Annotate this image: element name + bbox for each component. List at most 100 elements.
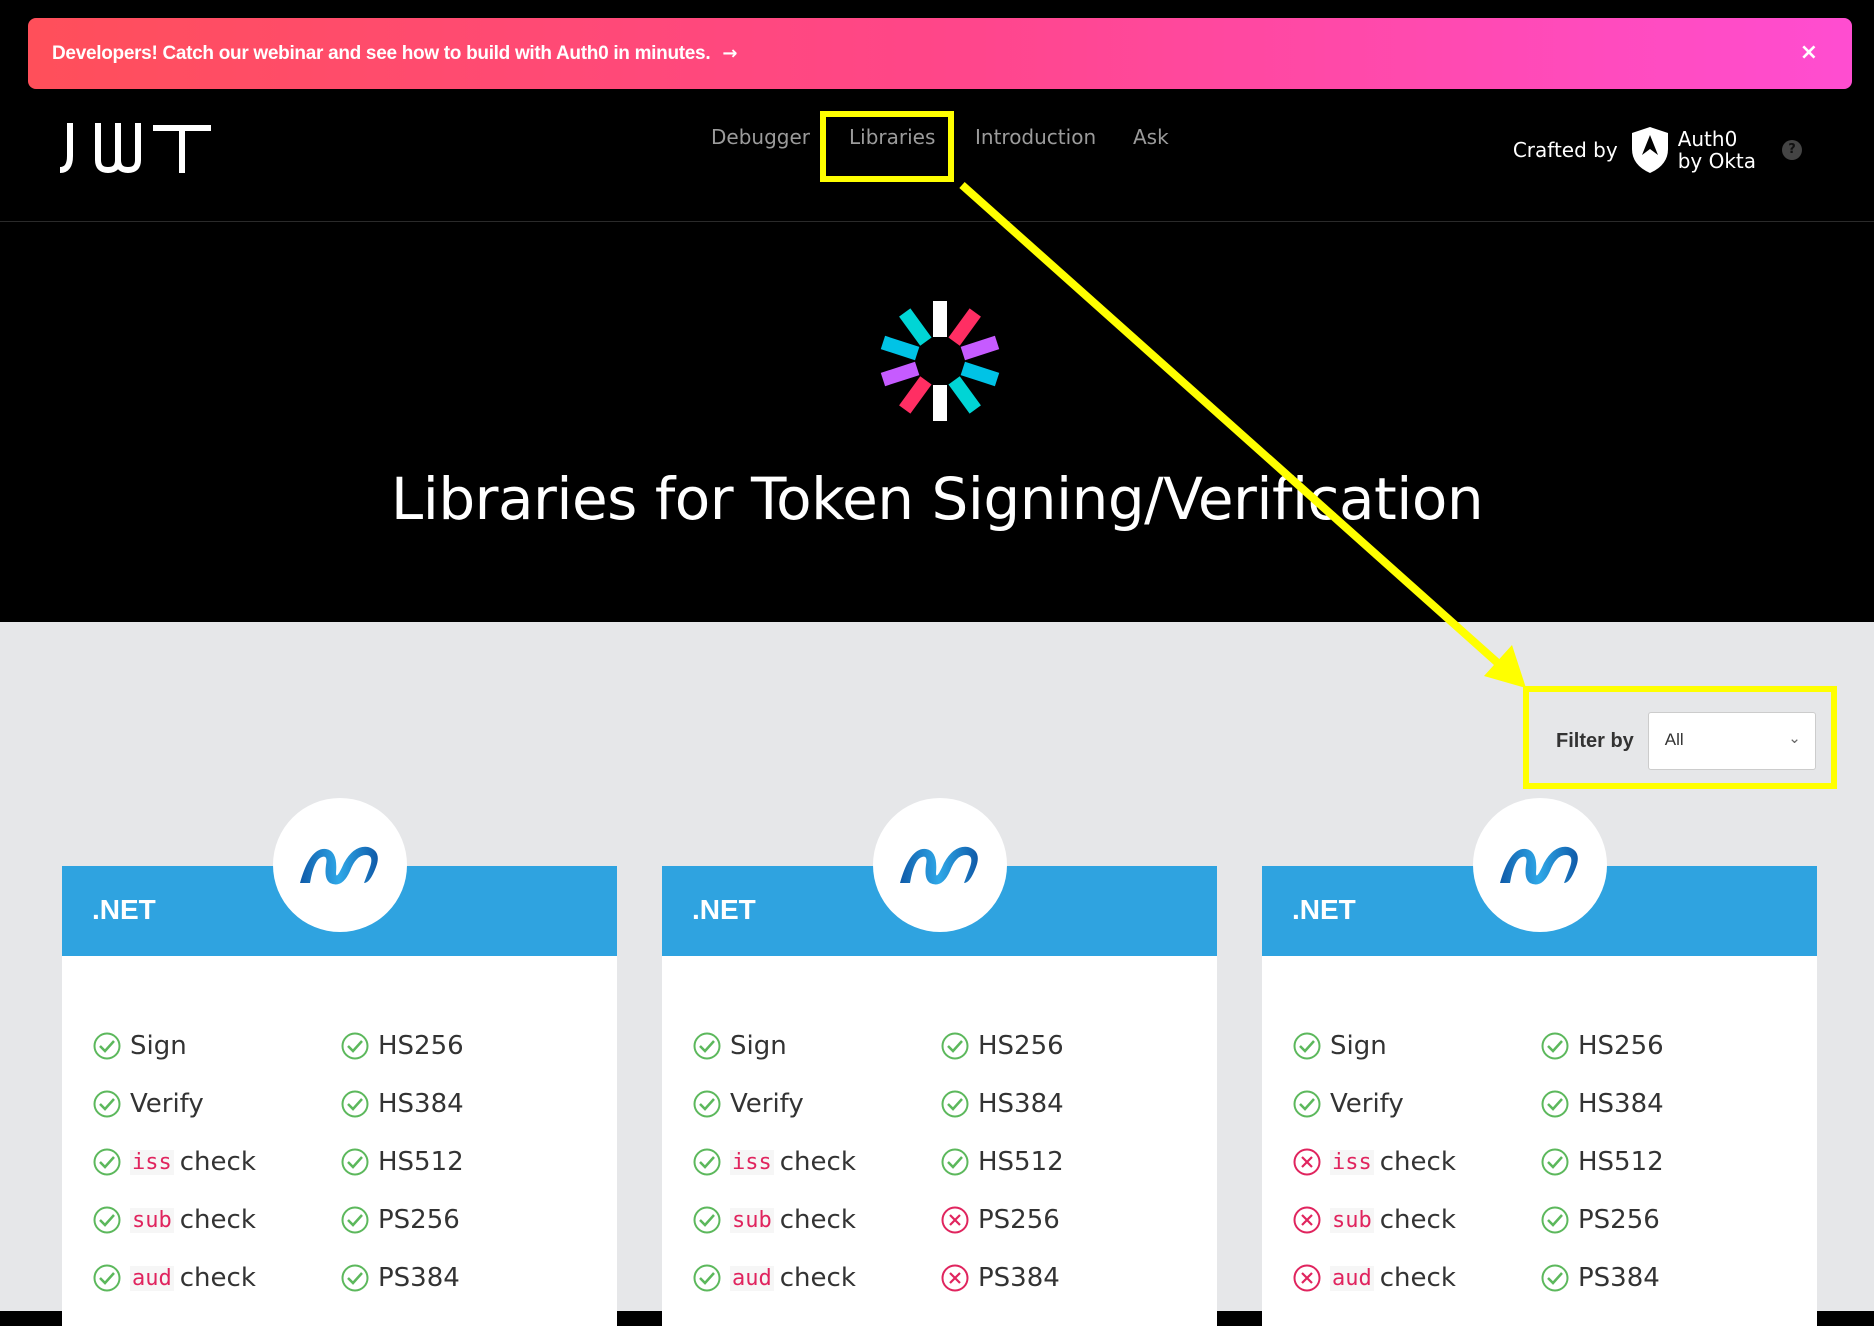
check-circle-icon <box>1541 1090 1569 1118</box>
auth0-shield-icon <box>1631 127 1668 173</box>
check-circle-icon <box>1541 1032 1569 1060</box>
feature-label: check <box>779 1263 856 1293</box>
check-circle-icon <box>341 1206 369 1234</box>
x-circle-icon <box>1293 1264 1321 1292</box>
feature-label: check <box>179 1263 256 1293</box>
check-circle-icon <box>341 1032 369 1060</box>
library-card[interactable]: .NET Sign Verify iss check sub check aud check HS… <box>62 798 617 1326</box>
close-icon[interactable]: × <box>1800 40 1818 65</box>
check-circle-icon <box>1541 1206 1569 1234</box>
feature-label: Verify <box>730 1089 804 1119</box>
check-circle-icon <box>941 1148 969 1176</box>
x-circle-icon <box>1293 1148 1321 1176</box>
dotnet-logo-icon <box>873 798 1007 932</box>
algorithm-label: HS384 <box>978 1089 1064 1119</box>
nav-introduction[interactable]: Introduction <box>975 125 1096 149</box>
feature-item: iss check <box>92 1147 256 1177</box>
feature-item: Sign <box>692 1031 787 1061</box>
algorithm-label: HS512 <box>1578 1147 1664 1177</box>
filter-value: All <box>1664 730 1684 749</box>
algorithm-item: HS512 <box>1540 1147 1664 1177</box>
promo-banner[interactable]: Developers! Catch our webinar and see ho… <box>28 18 1852 89</box>
algorithm-item: HS256 <box>1540 1031 1664 1061</box>
algorithm-item: PS256 <box>340 1205 460 1235</box>
hero: Libraries for Token Signing/Verification <box>0 222 1874 622</box>
feature-label: Sign <box>130 1031 187 1061</box>
check-circle-icon <box>341 1148 369 1176</box>
algorithm-item: HS512 <box>340 1147 464 1177</box>
feature-item: Verify <box>1292 1089 1404 1119</box>
dotnet-logo-icon <box>273 798 407 932</box>
check-circle-icon <box>693 1206 721 1234</box>
claim-code: aud <box>130 1265 174 1291</box>
feature-label: Sign <box>730 1031 787 1061</box>
x-circle-icon <box>1293 1206 1321 1234</box>
nav-libraries[interactable]: Libraries <box>849 125 935 149</box>
check-circle-icon <box>693 1090 721 1118</box>
algorithm-label: HS512 <box>978 1147 1064 1177</box>
x-circle-icon <box>941 1206 969 1234</box>
check-circle-icon <box>341 1090 369 1118</box>
claim-code: sub <box>130 1207 174 1233</box>
filter-select[interactable]: All ⌄ <box>1647 712 1816 770</box>
algorithm-label: PS384 <box>378 1263 460 1293</box>
algorithm-label: HS384 <box>378 1089 464 1119</box>
brand-line-1: Auth0 <box>1677 127 1738 151</box>
check-circle-icon <box>693 1032 721 1060</box>
library-card[interactable]: .NET Sign Verify iss check sub check aud check HS… <box>1262 798 1817 1326</box>
chevron-down-icon: ⌄ <box>1788 730 1801 747</box>
feature-label: check <box>1379 1263 1456 1293</box>
check-circle-icon <box>693 1148 721 1176</box>
feature-item: Sign <box>1292 1031 1387 1061</box>
algorithm-item: PS256 <box>1540 1205 1660 1235</box>
algorithm-item: HS256 <box>940 1031 1064 1061</box>
algorithm-item: PS384 <box>1540 1263 1660 1293</box>
algorithm-label: PS256 <box>978 1205 1060 1235</box>
library-card[interactable]: .NET Sign Verify iss check sub check aud check HS… <box>662 798 1217 1326</box>
feature-label: check <box>179 1147 256 1177</box>
feature-item: aud check <box>92 1263 256 1293</box>
feature-item: sub check <box>1292 1205 1456 1235</box>
algorithm-label: PS256 <box>1578 1205 1660 1235</box>
algorithm-item: PS384 <box>940 1263 1060 1293</box>
algorithm-label: HS512 <box>378 1147 464 1177</box>
check-circle-icon <box>941 1090 969 1118</box>
check-circle-icon <box>1293 1090 1321 1118</box>
claim-code: aud <box>730 1265 774 1291</box>
feature-item: Verify <box>692 1089 804 1119</box>
dotnet-logo-icon <box>1473 798 1607 932</box>
check-circle-icon <box>1541 1148 1569 1176</box>
feature-item: Sign <box>92 1031 187 1061</box>
algorithm-item: HS384 <box>940 1089 1064 1119</box>
check-circle-icon <box>341 1264 369 1292</box>
check-circle-icon <box>93 1032 121 1060</box>
nav-ask[interactable]: Ask <box>1133 125 1169 149</box>
filter-bar: Filter by All ⌄ <box>1556 712 1816 770</box>
page-title: Libraries for Token Signing/Verification <box>390 465 1484 533</box>
auth0-brand: Auth0 by Okta <box>1678 128 1756 172</box>
help-icon[interactable]: ? <box>1782 140 1802 160</box>
jwt-logo[interactable] <box>56 122 212 178</box>
feature-label: check <box>779 1147 856 1177</box>
banner-text[interactable]: Developers! Catch our webinar and see ho… <box>52 43 711 65</box>
claim-code: sub <box>1330 1207 1374 1233</box>
feature-label: check <box>779 1205 856 1235</box>
feature-label: Verify <box>130 1089 204 1119</box>
feature-item: sub check <box>692 1205 856 1235</box>
algorithm-label: PS384 <box>978 1263 1060 1293</box>
jwt-logo-icon <box>56 123 211 174</box>
algorithm-item: PS384 <box>340 1263 460 1293</box>
algorithm-label: PS256 <box>378 1205 460 1235</box>
check-circle-icon <box>1541 1264 1569 1292</box>
check-circle-icon <box>93 1206 121 1234</box>
algorithm-label: HS384 <box>1578 1089 1664 1119</box>
crafted-by[interactable]: Crafted by Auth0 by Okta ? <box>1513 125 1802 175</box>
x-circle-icon <box>941 1264 969 1292</box>
feature-label: check <box>179 1205 256 1235</box>
feature-item: aud check <box>1292 1263 1456 1293</box>
card-title: .NET <box>1292 894 1356 925</box>
claim-code: iss <box>1330 1149 1374 1175</box>
nav-debugger[interactable]: Debugger <box>711 125 810 149</box>
claim-code: iss <box>130 1149 174 1175</box>
claim-code: aud <box>1330 1265 1374 1291</box>
